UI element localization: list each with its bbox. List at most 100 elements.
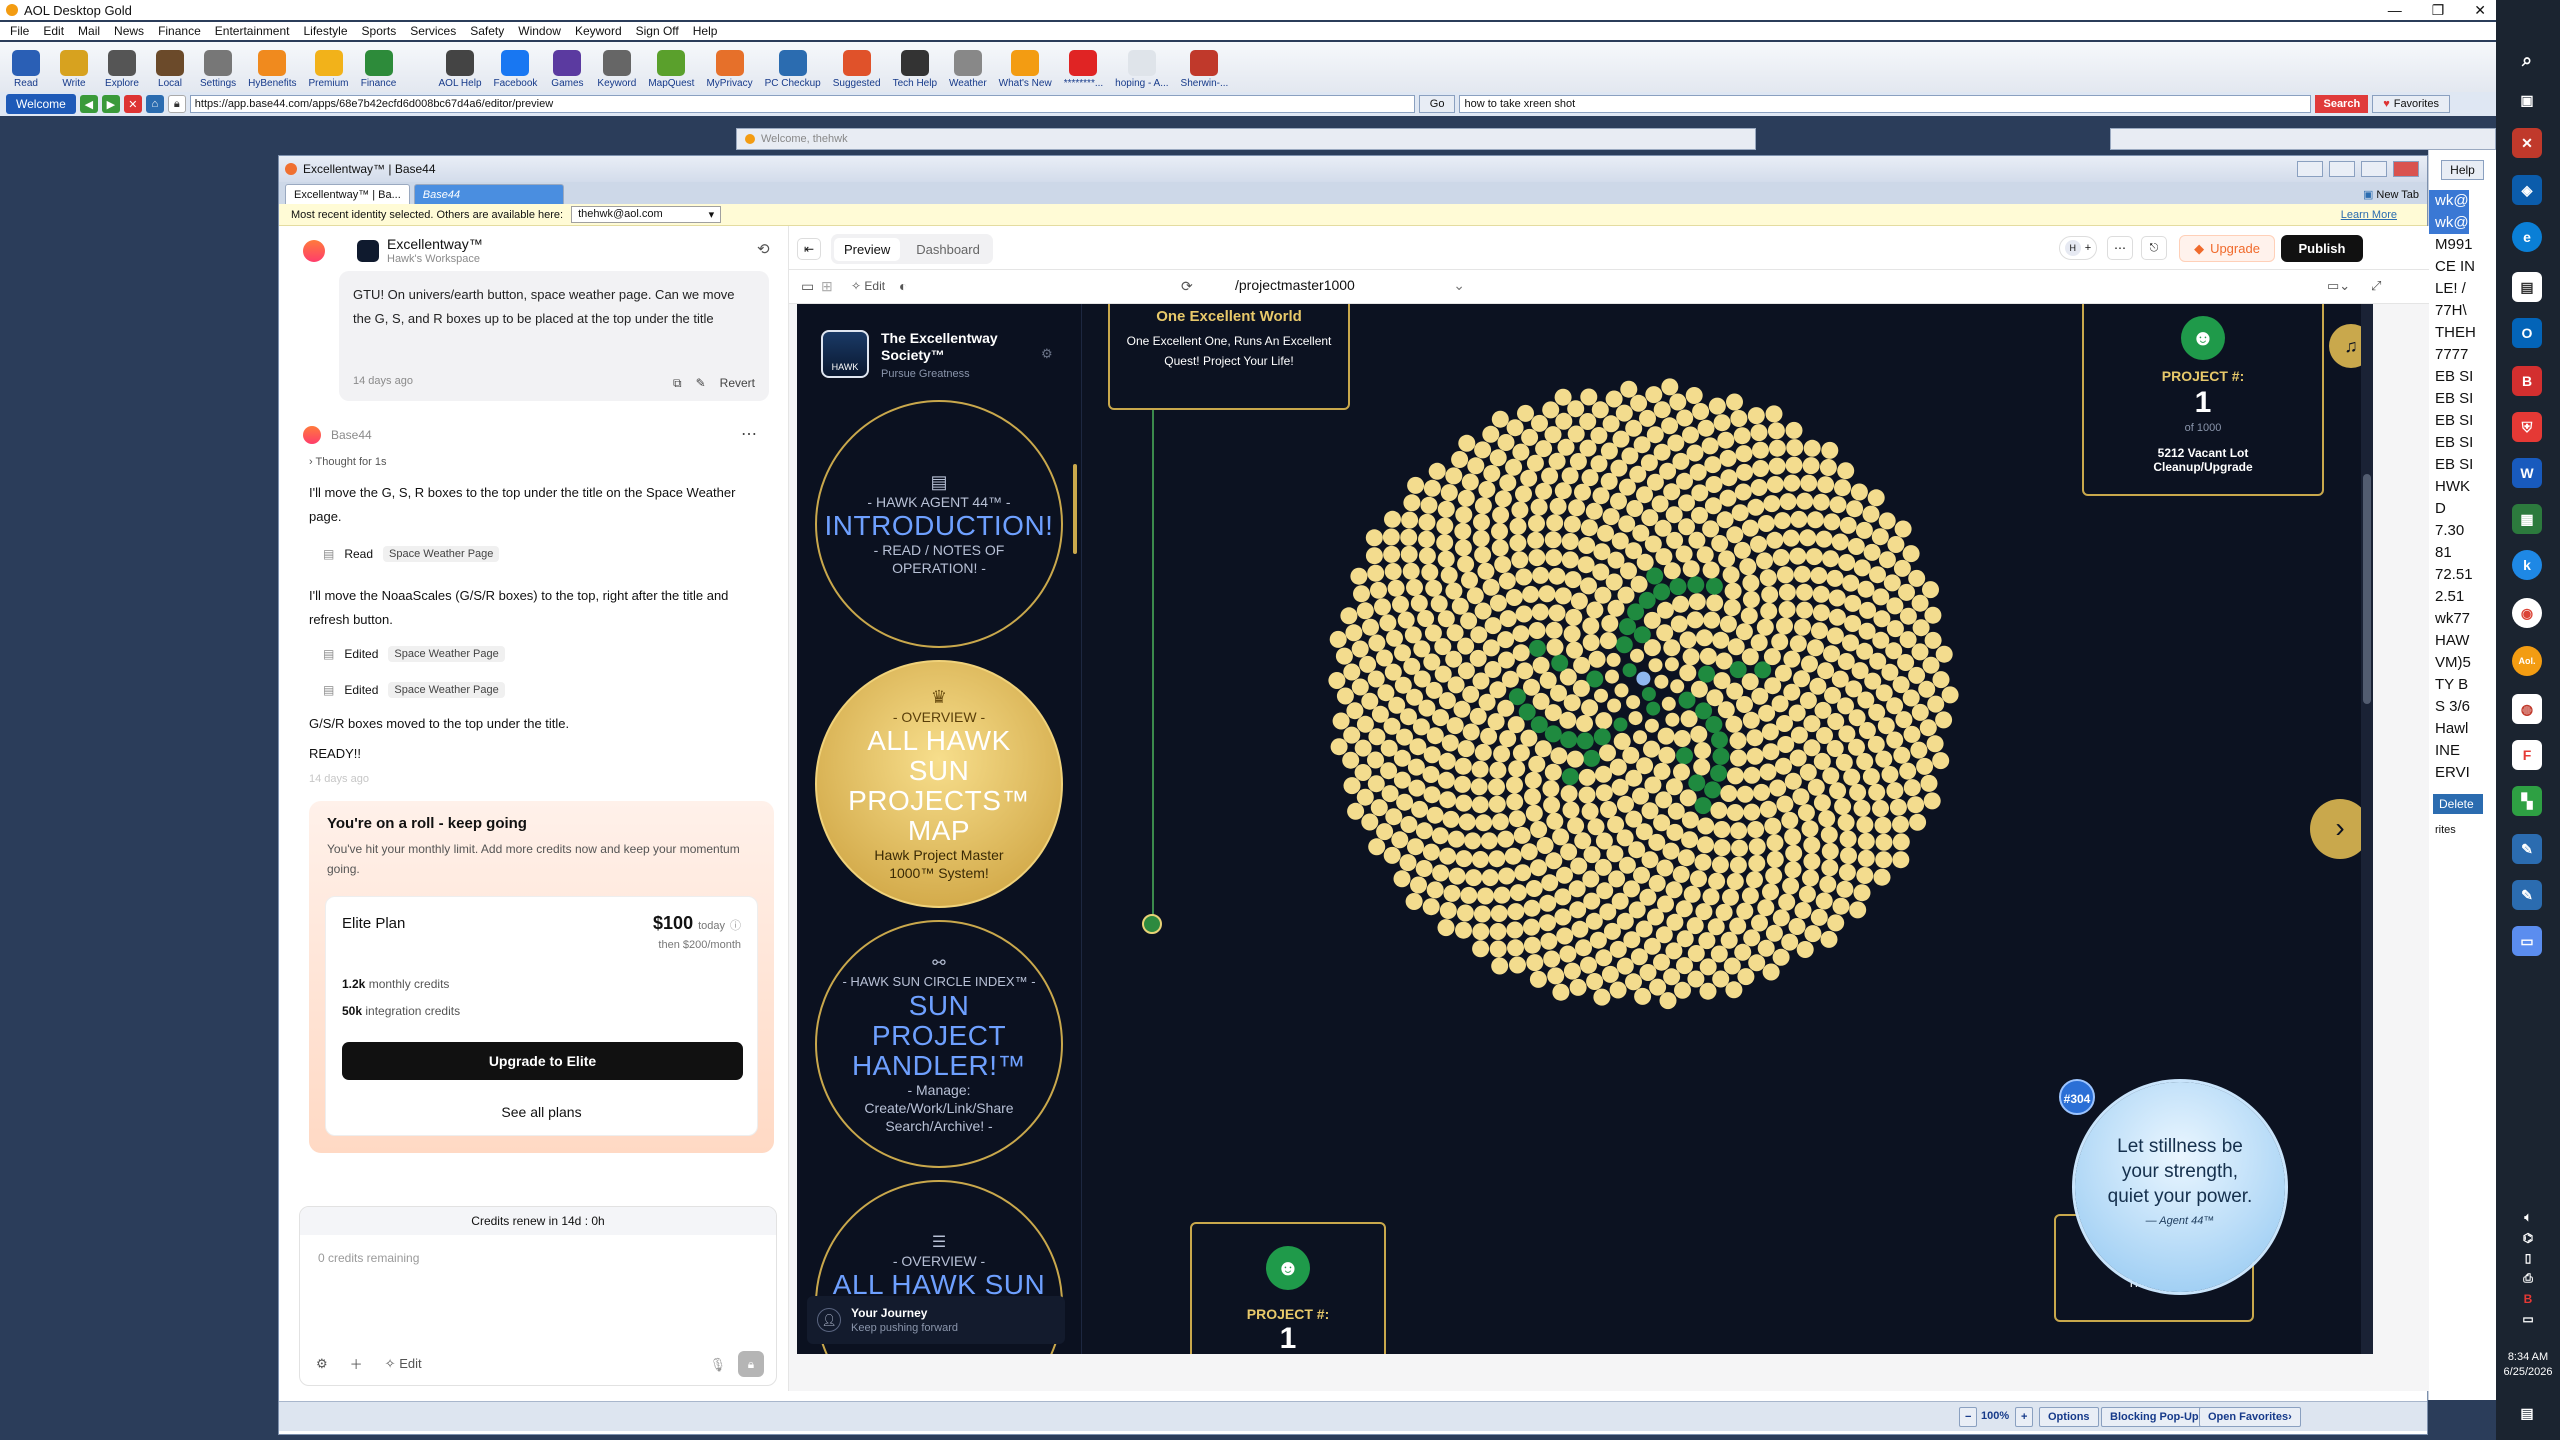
favorites-button[interactable]: ♥ Favorites	[2372, 95, 2450, 113]
tab-excellentway[interactable]: Excellentway™ | Ba...	[285, 184, 410, 204]
menu-item-finance[interactable]: Finance	[158, 24, 201, 38]
menu-item-entertainment[interactable]: Entertainment	[215, 24, 290, 38]
edited-chip[interactable]: Space Weather Page	[388, 646, 505, 662]
device-select-icon[interactable]: ▭⌄	[2327, 278, 2350, 294]
project-card-bottom[interactable]: ☻ PROJECT #: 1	[1190, 1222, 1386, 1354]
restore-icon[interactable]	[2361, 161, 2387, 177]
route-select[interactable]: /projectmaster1000 ⌄	[1235, 277, 1465, 294]
info-icon[interactable]: ⓘ	[730, 917, 741, 933]
search-button[interactable]: Search	[2315, 95, 2369, 113]
toolbar-hybenefits[interactable]: HyBenefits	[248, 50, 297, 89]
send-lock-icon[interactable]: 🔒︎	[738, 1351, 764, 1377]
edit-pencil-icon[interactable]: ✎	[696, 371, 706, 395]
project-badge-304[interactable]: #304	[2059, 1079, 2095, 1115]
heart-window-icon[interactable]	[2297, 161, 2323, 177]
close-app-icon[interactable]: ✕	[2512, 128, 2542, 158]
window-app-icon[interactable]: ▭	[2512, 926, 2542, 956]
copilot-icon[interactable]: ◈	[2512, 175, 2542, 205]
welcome-button[interactable]: Welcome	[6, 94, 76, 114]
edge-icon[interactable]: e	[2512, 222, 2542, 252]
chrome-icon[interactable]: ◉	[2512, 598, 2542, 628]
gear-icon[interactable]: ⚙	[1041, 346, 1053, 362]
thought-toggle[interactable]: › Thought for 1s	[309, 456, 386, 468]
search-input[interactable]: how to take xreen shot	[1459, 95, 2312, 113]
project-node[interactable]	[1142, 914, 1162, 934]
sun-project-handler-button[interactable]: ⚯ - HAWK SUN CIRCLE INDEX™ - SUN PROJECT…	[815, 920, 1063, 1168]
identity-select[interactable]: thehwk@aol.com ▾	[571, 206, 722, 223]
minimize-icon[interactable]: —	[2388, 2, 2402, 18]
refresh-icon[interactable]: ⟳	[1181, 278, 1193, 295]
more-icon[interactable]: ⋯	[741, 424, 757, 444]
chat-input[interactable]: 0 credits remaining	[300, 1235, 776, 1281]
network-icon[interactable]: ⌬	[2523, 1231, 2533, 1245]
menu-item-mail[interactable]: Mail	[78, 24, 100, 38]
system-tray[interactable]: 🔈︎ ⌬ ▯ ⎙ B ▭	[2512, 1210, 2544, 1340]
shield-icon[interactable]: ⛨	[2512, 412, 2542, 442]
edited-chip[interactable]: Space Weather Page	[388, 682, 505, 698]
app-name[interactable]: Excellentway™	[387, 236, 483, 252]
copy-icon[interactable]: ⧉	[673, 371, 682, 395]
toolbar-facebook[interactable]: Facebook	[494, 50, 537, 89]
help-button[interactable]: Help	[2441, 160, 2484, 180]
toolbar-tech-help[interactable]: Tech Help	[893, 50, 937, 89]
search-icon[interactable]: ⌕	[2512, 45, 2542, 75]
outlook-icon[interactable]: O	[2512, 318, 2542, 348]
fullscreen-icon[interactable]: ⤢	[2371, 278, 2381, 294]
edit-button[interactable]: ✧ Edit	[851, 279, 885, 293]
canvas-scroll-thumb[interactable]	[2363, 474, 2371, 704]
canvas-scrollbar[interactable]	[2361, 304, 2373, 1354]
menu-item-help[interactable]: Help	[693, 24, 718, 38]
menu-item-news[interactable]: News	[114, 24, 144, 38]
menu-item-window[interactable]: Window	[518, 24, 561, 38]
green-app-icon[interactable]: ▚	[2512, 786, 2542, 816]
toolbar-read[interactable]: Read	[8, 50, 44, 89]
mic-icon[interactable]: 🎙︎	[709, 1357, 726, 1373]
upgrade-button[interactable]: ◆ Upgrade	[2179, 235, 2275, 262]
toolbar-local[interactable]: Local	[152, 50, 188, 89]
toolbar-pc-checkup[interactable]: PC Checkup	[765, 50, 821, 89]
tab-dashboard[interactable]: Dashboard	[906, 238, 990, 261]
toolbar-write[interactable]: Write	[56, 50, 92, 89]
printer-icon[interactable]: ⎙	[2523, 1271, 2533, 1286]
background-window[interactable]: Welcome, thehwk	[736, 128, 1756, 150]
read-chip[interactable]: Space Weather Page	[383, 546, 500, 562]
restore-icon[interactable]: ❐	[2432, 2, 2445, 19]
pen-app-2-icon[interactable]: ✎	[2512, 880, 2542, 910]
b-app-icon[interactable]: B	[2512, 366, 2542, 396]
address-input[interactable]: https://app.base44.com/apps/68e7b42ecfd6…	[189, 95, 1415, 113]
aol-alt-icon[interactable]: ◍	[2512, 694, 2542, 724]
menu-item-sports[interactable]: Sports	[362, 24, 397, 38]
palette-icon[interactable]: ◐	[899, 278, 907, 294]
menu-item-services[interactable]: Services	[410, 24, 456, 38]
menu-item-edit[interactable]: Edit	[43, 24, 64, 38]
add-icon[interactable]: ＋	[350, 1354, 363, 1373]
stop-icon[interactable]: ✕	[123, 95, 142, 113]
folder-icon[interactable]: ▤	[2512, 272, 2542, 302]
toolbar-myprivacy[interactable]: MyPrivacy	[706, 50, 753, 89]
history-icon[interactable]: ⟲	[757, 240, 770, 258]
tray-b-icon[interactable]: B	[2524, 1292, 2533, 1306]
toolbar-explore[interactable]: Explore	[104, 50, 140, 89]
close-icon[interactable]: ✕	[2474, 2, 2486, 19]
go-button[interactable]: Go	[1418, 95, 1456, 113]
one-excellent-world-card[interactable]: One Excellent World One Excellent One, R…	[1108, 304, 1350, 410]
toolbar-[interactable]: ********...	[1064, 50, 1103, 89]
tab-preview[interactable]: Preview	[834, 237, 901, 261]
see-all-plans-link[interactable]: See all plans	[326, 1104, 757, 1120]
tab-base44[interactable]: Base44	[413, 184, 564, 204]
collapse-panel-icon[interactable]: ⇤	[797, 238, 821, 260]
learn-more-link[interactable]: Learn More	[2341, 209, 2427, 221]
open-favorites-button[interactable]: Open Favorites ›	[2199, 1407, 2301, 1427]
collaborator-button[interactable]: H +	[2059, 236, 2097, 260]
home-icon[interactable]: ⌂	[145, 95, 164, 113]
toolbar-sherwin[interactable]: Sherwin-...	[1181, 50, 1228, 89]
toolbar-suggested[interactable]: Suggested	[833, 50, 881, 89]
monitor-icon[interactable]: ▭	[2522, 1312, 2533, 1326]
toolbar-weather[interactable]: Weather	[949, 50, 987, 89]
publish-button[interactable]: Publish	[2281, 235, 2363, 262]
k-app-icon[interactable]: k	[2512, 550, 2542, 580]
menu-item-file[interactable]: File	[10, 24, 29, 38]
toolbar-finance[interactable]: Finance	[361, 50, 397, 89]
settings-icon[interactable]: ⚙	[316, 1356, 328, 1372]
menu-item-sign-off[interactable]: Sign Off	[636, 24, 679, 38]
